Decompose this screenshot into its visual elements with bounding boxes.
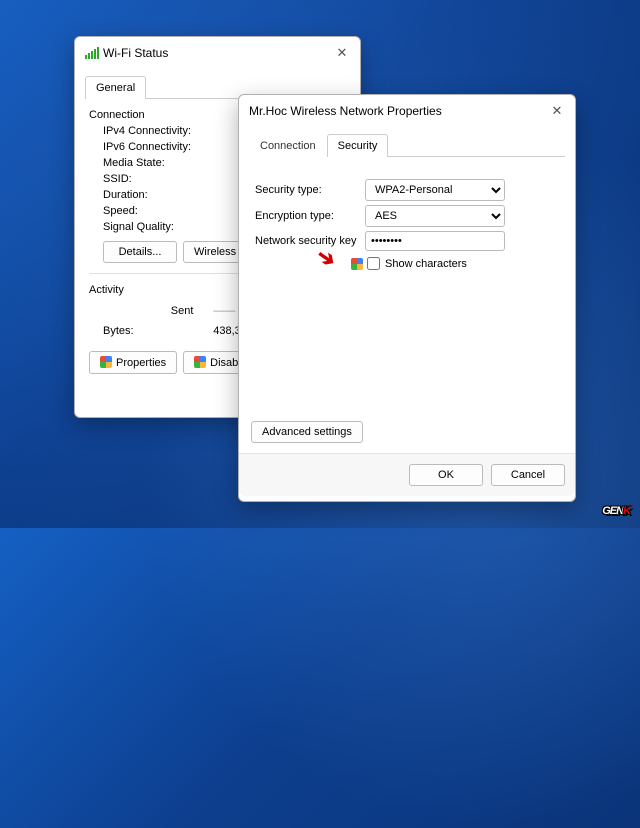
close-icon[interactable]: ✕ bbox=[334, 45, 350, 61]
shield-icon bbox=[351, 258, 363, 270]
wifi-title: Wi-Fi Status bbox=[103, 46, 334, 60]
properties-button[interactable]: Properties bbox=[89, 351, 177, 374]
network-properties-dialog: Mr.Hoc Wireless Network Properties ✕ Con… bbox=[238, 94, 576, 502]
wifi-titlebar: Wi-Fi Status ✕ bbox=[75, 37, 360, 69]
shield-icon bbox=[194, 356, 206, 368]
tab-general[interactable]: General bbox=[85, 76, 146, 99]
ipv6-label: IPv6 Connectivity: bbox=[103, 141, 223, 153]
shield-icon bbox=[100, 356, 112, 368]
show-characters-label: Show characters bbox=[385, 258, 467, 270]
ipv4-label: IPv4 Connectivity: bbox=[103, 125, 223, 137]
sent-label: Sent bbox=[171, 305, 194, 317]
advanced-settings-button[interactable]: Advanced settings bbox=[251, 421, 363, 443]
security-type-label: Security type: bbox=[255, 184, 365, 196]
network-key-input[interactable] bbox=[365, 231, 505, 251]
duration-label: Duration: bbox=[103, 189, 223, 201]
props-titlebar: Mr.Hoc Wireless Network Properties ✕ bbox=[239, 95, 575, 127]
cancel-button[interactable]: Cancel bbox=[491, 464, 565, 486]
dialog-footer: OK Cancel bbox=[239, 453, 575, 496]
speed-label: Speed: bbox=[103, 205, 223, 217]
encryption-type-select[interactable]: AES bbox=[365, 205, 505, 227]
ssid-label: SSID: bbox=[103, 173, 223, 185]
media-state-label: Media State: bbox=[103, 157, 223, 169]
encryption-type-label: Encryption type: bbox=[255, 210, 365, 222]
bytes-label: Bytes: bbox=[103, 325, 173, 337]
details-button[interactable]: Details... bbox=[103, 241, 177, 263]
ok-button[interactable]: OK bbox=[409, 464, 483, 486]
props-tabs: Connection Security bbox=[249, 133, 565, 157]
watermark: GENK bbox=[602, 494, 630, 520]
tab-security[interactable]: Security bbox=[327, 134, 389, 157]
wifi-signal-icon bbox=[85, 47, 99, 59]
network-key-label: Network security key bbox=[255, 235, 365, 247]
props-title: Mr.Hoc Wireless Network Properties bbox=[249, 104, 549, 118]
security-type-select[interactable]: WPA2-Personal bbox=[365, 179, 505, 201]
tab-connection[interactable]: Connection bbox=[249, 134, 327, 157]
signal-quality-label: Signal Quality: bbox=[103, 221, 223, 233]
close-icon[interactable]: ✕ bbox=[549, 103, 565, 119]
show-characters-checkbox[interactable] bbox=[367, 257, 380, 270]
